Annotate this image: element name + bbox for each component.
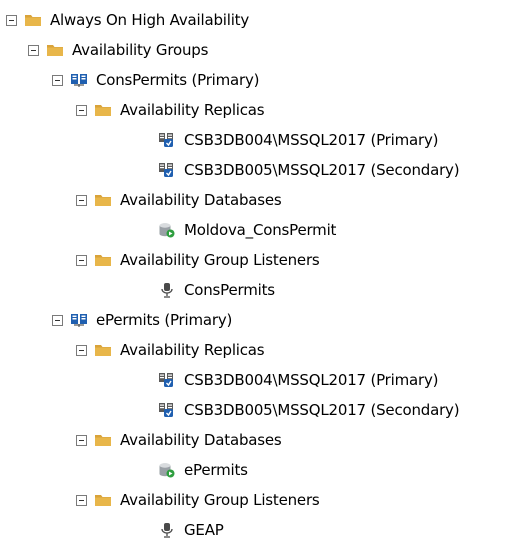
- tree-node-availability-groups[interactable]: Availability Groups: [28, 38, 208, 62]
- replica-server-icon: [158, 402, 176, 418]
- tree-node-label: Availability Replicas: [120, 341, 265, 359]
- tree-node-label: GEAP: [184, 521, 224, 539]
- replica-server-icon: [158, 162, 176, 178]
- collapse-toggle-icon[interactable]: [76, 494, 87, 506]
- tree-node-availability-group[interactable]: ePermits (Primary): [52, 308, 232, 332]
- tree-node-database[interactable]: Moldova_ConsPermit: [158, 218, 336, 242]
- folder-icon: [46, 42, 64, 58]
- tree-node-availability-databases[interactable]: Availability Databases: [76, 428, 282, 452]
- tree-node-label: Availability Group Listeners: [120, 251, 320, 269]
- collapse-toggle-icon[interactable]: [76, 104, 87, 116]
- tree-node-availability-group[interactable]: ConsPermits (Primary): [52, 68, 260, 92]
- tree-node-availability-replicas[interactable]: Availability Replicas: [76, 98, 265, 122]
- collapse-toggle-icon[interactable]: [6, 14, 17, 26]
- tree-node-label: Availability Groups: [72, 41, 209, 59]
- tree-node-label: ePermits: [184, 461, 248, 479]
- tree-node-replica[interactable]: CSB3DB004\MSSQL2017 (Primary): [158, 368, 439, 392]
- tree-node-label: Availability Databases: [120, 431, 282, 449]
- folder-icon: [94, 342, 112, 358]
- database-icon: [158, 222, 176, 238]
- folder-icon: [94, 192, 112, 208]
- collapse-toggle-icon[interactable]: [76, 254, 87, 266]
- collapse-toggle-icon[interactable]: [52, 314, 63, 326]
- listener-icon: [158, 522, 176, 538]
- tree-node-label: CSB3DB005\MSSQL2017 (Secondary): [184, 161, 460, 179]
- folder-icon: [24, 12, 42, 28]
- tree-node-label: ConsPermits: [184, 281, 275, 299]
- tree-node-label: ePermits (Primary): [96, 311, 233, 329]
- tree-node-availability-replicas[interactable]: Availability Replicas: [76, 338, 265, 362]
- tree-node-always-on[interactable]: Always On High Availability: [6, 8, 249, 32]
- tree-node-label: ConsPermits (Primary): [96, 71, 260, 89]
- tree-node-label: Always On High Availability: [50, 11, 250, 29]
- availability-group-icon: [70, 312, 88, 328]
- collapse-toggle-icon[interactable]: [28, 44, 39, 56]
- tree-node-replica[interactable]: CSB3DB005\MSSQL2017 (Secondary): [158, 398, 460, 422]
- tree-node-listener[interactable]: GEAP: [158, 518, 224, 542]
- folder-icon: [94, 252, 112, 268]
- collapse-toggle-icon[interactable]: [52, 74, 63, 86]
- tree-node-listener[interactable]: ConsPermits: [158, 278, 275, 302]
- tree-node-availability-group-listeners[interactable]: Availability Group Listeners: [76, 488, 320, 512]
- folder-icon: [94, 492, 112, 508]
- tree-node-availability-group-listeners[interactable]: Availability Group Listeners: [76, 248, 320, 272]
- database-icon: [158, 462, 176, 478]
- listener-icon: [158, 282, 176, 298]
- folder-icon: [94, 102, 112, 118]
- tree-node-label: Availability Group Listeners: [120, 491, 320, 509]
- folder-icon: [94, 432, 112, 448]
- tree-node-availability-databases[interactable]: Availability Databases: [76, 188, 282, 212]
- tree-node-label: Moldova_ConsPermit: [184, 221, 337, 239]
- tree-node-label: CSB3DB004\MSSQL2017 (Primary): [184, 371, 439, 389]
- collapse-toggle-icon[interactable]: [76, 194, 87, 206]
- replica-server-icon: [158, 132, 176, 148]
- tree-node-database[interactable]: ePermits: [158, 458, 248, 482]
- collapse-toggle-icon[interactable]: [76, 344, 87, 356]
- collapse-toggle-icon[interactable]: [76, 434, 87, 446]
- tree-node-label: CSB3DB004\MSSQL2017 (Primary): [184, 131, 439, 149]
- tree-node-label: Availability Replicas: [120, 101, 265, 119]
- replica-server-icon: [158, 372, 176, 388]
- tree-node-label: CSB3DB005\MSSQL2017 (Secondary): [184, 401, 460, 419]
- tree-node-replica[interactable]: CSB3DB005\MSSQL2017 (Secondary): [158, 158, 460, 182]
- tree-node-replica[interactable]: CSB3DB004\MSSQL2017 (Primary): [158, 128, 439, 152]
- object-explorer-tree: Always On High Availability Availability…: [0, 0, 514, 546]
- availability-group-icon: [70, 72, 88, 88]
- tree-node-label: Availability Databases: [120, 191, 282, 209]
